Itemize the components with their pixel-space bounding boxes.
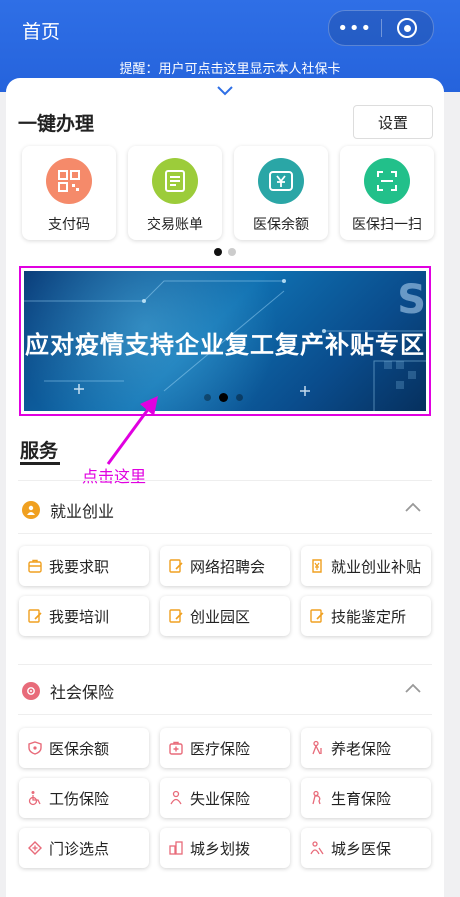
- service-job-seeking[interactable]: 我要求职: [19, 546, 149, 586]
- quick-action-bill[interactable]: 交易账单: [128, 146, 222, 240]
- insurance-icon: [22, 682, 40, 700]
- shield-icon: [28, 741, 42, 755]
- location-pin-icon: [28, 841, 42, 855]
- service-label: 生育保险: [331, 789, 392, 808]
- service-clinic-selection[interactable]: 门诊选点: [19, 828, 149, 868]
- briefcase-icon: [28, 559, 42, 573]
- service-urban-rural-medical[interactable]: 城乡医保: [301, 828, 431, 868]
- service-label: 城乡医保: [331, 839, 392, 858]
- service-label: 创业园区: [190, 607, 251, 626]
- service-maternity-insurance[interactable]: 生育保险: [301, 778, 431, 818]
- quick-action-medical-balance[interactable]: 医保余额: [234, 146, 328, 240]
- mother-icon: [312, 790, 321, 805]
- pager-dot[interactable]: [228, 248, 236, 256]
- quick-actions-pager: [6, 248, 444, 256]
- edit-doc-icon: [169, 609, 183, 623]
- subsidy-banner[interactable]: S 应对疫情支持企业复工复产补贴专区: [24, 271, 426, 411]
- employment-icon: [22, 501, 40, 519]
- service-label: 医保余额: [49, 739, 110, 758]
- more-menu-button[interactable]: •••: [329, 11, 381, 45]
- service-training[interactable]: 我要培训: [19, 596, 149, 636]
- banner-pager: [204, 393, 243, 402]
- service-label: 门诊选点: [49, 839, 110, 858]
- pager-dot-active[interactable]: [214, 248, 222, 256]
- service-label: 失业保险: [190, 789, 251, 808]
- social-card-reminder[interactable]: 提醒：用户可点击这里显示本人社保卡: [0, 58, 460, 77]
- chevron-up-icon[interactable]: [404, 501, 422, 513]
- record-circle-icon: [397, 18, 418, 38]
- bill-list-icon: [152, 158, 198, 204]
- people-icon: [310, 841, 324, 855]
- service-label: 城乡划拨: [190, 839, 251, 858]
- category-label: 就业创业: [50, 502, 115, 521]
- employment-services: 我要求职 网络招聘会 就业创业补贴 我要培训 创业园区 技能鉴定所: [19, 546, 433, 636]
- quick-action-label: 医保余额: [253, 217, 309, 233]
- person-icon: [170, 790, 182, 805]
- banner-text: 应对疫情支持企业复工复产补贴专区: [25, 331, 425, 359]
- banner-decor-letter: S: [397, 277, 426, 323]
- settings-button[interactable]: 设置: [353, 105, 433, 139]
- service-urban-rural-transfer[interactable]: 城乡划拨: [160, 828, 290, 868]
- service-unemployment-insurance[interactable]: 失业保险: [160, 778, 290, 818]
- chevron-up-icon[interactable]: [404, 682, 422, 694]
- service-startup-park[interactable]: 创业园区: [160, 596, 290, 636]
- service-medical-balance[interactable]: 医保余额: [19, 728, 149, 768]
- building-icon: [169, 841, 183, 855]
- quick-actions: 支付码 交易账单 医保余额 医保扫一扫: [22, 146, 434, 242]
- main-content: 一键办理 设置 支付码 交易账单 医保余额 医保扫一扫 S 应对疫情支持企业复工…: [6, 78, 444, 897]
- services-title: 服务: [20, 440, 59, 462]
- yuan-card-icon: [258, 158, 304, 204]
- subsidy-icon: [312, 559, 322, 573]
- service-label: 我要培训: [49, 607, 110, 626]
- expand-card-button[interactable]: [211, 82, 239, 100]
- service-label: 工伤保险: [49, 789, 110, 808]
- service-online-job-fair[interactable]: 网络招聘会: [160, 546, 290, 586]
- click-here-annotation: 点击这里: [82, 467, 147, 486]
- insurance-services: 医保余额 医疗保险 养老保险 工伤保险 失业保险 生育保险 门诊选点 城乡划拨: [19, 728, 433, 868]
- edit-doc-icon: [310, 609, 324, 623]
- banner-highlight-frame: S 应对疫情支持企业复工复产补贴专区: [19, 266, 431, 416]
- category-label: 社会保险: [50, 683, 115, 702]
- service-label: 网络招聘会: [190, 557, 266, 576]
- service-label: 就业创业补贴: [331, 557, 422, 576]
- service-label: 技能鉴定所: [331, 607, 407, 626]
- category-social-insurance[interactable]: 社会保险: [22, 676, 432, 706]
- scan-icon: [364, 158, 410, 204]
- banner-dot[interactable]: [236, 394, 243, 401]
- banner-dot[interactable]: [204, 394, 211, 401]
- divider: [18, 480, 432, 481]
- service-work-injury[interactable]: 工伤保险: [19, 778, 149, 818]
- divider: [18, 664, 432, 665]
- quick-action-label: 交易账单: [147, 217, 203, 233]
- elder-icon: [312, 740, 322, 755]
- service-pension-insurance[interactable]: 养老保险: [301, 728, 431, 768]
- mini-program-capsule: •••: [328, 10, 434, 46]
- more-dots-icon: •••: [337, 17, 373, 39]
- service-employment-subsidy[interactable]: 就业创业补贴: [301, 546, 431, 586]
- service-label: 医疗保险: [190, 739, 251, 758]
- quick-action-scan[interactable]: 医保扫一扫: [340, 146, 434, 240]
- service-label: 养老保险: [331, 739, 392, 758]
- page-title: 首页: [22, 21, 61, 43]
- edit-doc-icon: [169, 559, 183, 573]
- close-mini-program-button[interactable]: [381, 11, 433, 45]
- category-employment[interactable]: 就业创业: [22, 495, 432, 525]
- divider: [18, 533, 432, 534]
- chevron-down-icon: [217, 86, 233, 96]
- medical-kit-icon: [169, 741, 183, 755]
- quick-action-label: 支付码: [48, 217, 90, 233]
- qr-code-icon: [46, 158, 92, 204]
- quick-action-label: 医保扫一扫: [352, 217, 422, 233]
- quick-action-pay-code[interactable]: 支付码: [22, 146, 116, 240]
- service-skill-appraisal[interactable]: 技能鉴定所: [301, 596, 431, 636]
- divider: [18, 714, 432, 715]
- service-label: 我要求职: [49, 557, 110, 576]
- annotation-arrow-icon: [106, 396, 158, 465]
- edit-doc-icon: [28, 609, 42, 623]
- wheelchair-icon: [28, 791, 41, 806]
- onekey-section-title: 一键办理: [18, 113, 95, 135]
- service-medical-insurance[interactable]: 医疗保险: [160, 728, 290, 768]
- banner-dot-active[interactable]: [219, 393, 228, 402]
- services-title-underline: [20, 462, 60, 465]
